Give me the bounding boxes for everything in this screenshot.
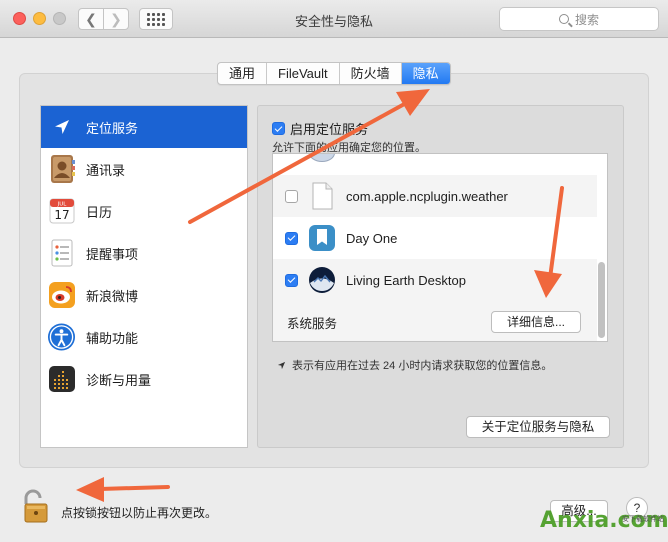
app-list[interactable]: com.apple.ncplugin.weather Day One Livin… xyxy=(272,153,608,342)
lock-hint-text: 点按锁按钮以防止再次更改。 xyxy=(61,506,218,520)
tab-general[interactable]: 通用 xyxy=(218,63,268,84)
tab-privacy[interactable]: 隐私 xyxy=(401,63,450,84)
location-legend: 表示有应用在过去 24 小时内请求获取您的位置信息。 xyxy=(277,357,552,373)
app-checkbox[interactable] xyxy=(285,231,298,245)
app-list-scrollbar[interactable] xyxy=(598,262,605,338)
list-item[interactable]: Day One xyxy=(273,217,597,259)
sidebar-item-contacts[interactable]: 通讯录 xyxy=(41,148,247,190)
list-item[interactable]: Living Earth Desktop xyxy=(273,259,597,301)
sidebar-item-label: 通讯录 xyxy=(86,162,126,178)
sidebar-item-label: 辅助功能 xyxy=(86,330,139,346)
app-name: Day One xyxy=(346,230,398,246)
watermark-subtitle: 安下载软件站 xyxy=(622,516,664,523)
partial-app-icon xyxy=(309,154,335,162)
app-checkbox[interactable] xyxy=(285,189,298,203)
search-field[interactable]: 搜索 xyxy=(499,7,659,31)
sidebar-item-label: 新浪微博 xyxy=(86,288,139,304)
sidebar-item-accessibility[interactable]: 辅助功能 xyxy=(41,316,247,358)
contacts-icon xyxy=(47,155,76,184)
weibo-icon xyxy=(47,281,76,310)
list-item[interactable]: com.apple.ncplugin.weather xyxy=(273,175,597,217)
sidebar-item-location-services[interactable]: 定位服务 xyxy=(41,106,247,148)
location-arrow-icon xyxy=(47,113,76,142)
calendar-icon: JUL 17 xyxy=(47,197,76,226)
sidebar-item-label: 定位服务 xyxy=(86,120,139,136)
diagnostics-icon xyxy=(47,365,76,394)
details-button[interactable]: 详细信息... xyxy=(491,311,581,333)
about-location-privacy-button[interactable]: 关于定位服务与隐私 xyxy=(466,416,610,438)
sidebar-item-label: 日历 xyxy=(86,204,113,220)
reminders-icon xyxy=(47,239,76,268)
sidebar-item-label: 诊断与用量 xyxy=(86,372,152,388)
tab-filevault[interactable]: FileVault xyxy=(267,63,340,84)
enable-location-row[interactable]: 启用定位服务 xyxy=(272,119,368,138)
tab-firewall[interactable]: 防火墙 xyxy=(340,63,402,84)
sidebar-item-diagnostics[interactable]: 诊断与用量 xyxy=(41,358,247,400)
enable-location-label: 启用定位服务 xyxy=(290,122,369,137)
app-checkbox[interactable] xyxy=(285,273,298,287)
system-services-row: 系统服务 详细信息... xyxy=(273,301,597,341)
accessibility-icon xyxy=(47,323,76,352)
calendar-day: 17 xyxy=(54,208,69,222)
lock-button[interactable] xyxy=(22,489,52,525)
calendar-month: JUL xyxy=(56,202,67,208)
app-name: Living Earth Desktop xyxy=(346,272,466,288)
annotation-arrow-to-lock xyxy=(98,485,170,491)
system-services-label: 系统服务 xyxy=(287,316,338,331)
unlocked-padlock-icon xyxy=(24,489,48,523)
sidebar-item-label: 提醒事项 xyxy=(86,246,139,262)
document-icon xyxy=(308,182,336,210)
sidebar-item-weibo[interactable]: 新浪微博 xyxy=(41,274,247,316)
app-name: com.apple.ncplugin.weather xyxy=(346,188,508,204)
tab-bar: 通用 FileVault 防火墙 隐私 xyxy=(217,62,451,85)
enable-location-checkbox[interactable] xyxy=(272,122,285,135)
location-arrow-icon xyxy=(277,361,286,369)
title-bar: ❮ ❯ 安全性与隐私 搜索 xyxy=(0,0,668,38)
day-one-icon xyxy=(308,224,336,252)
search-icon xyxy=(558,14,569,24)
legend-text: 表示有应用在过去 24 小时内请求获取您的位置信息。 xyxy=(292,360,553,372)
sidebar-item-calendar[interactable]: JUL 17 日历 xyxy=(41,190,247,232)
sidebar-item-reminders[interactable]: 提醒事项 xyxy=(41,232,247,274)
privacy-sidebar: 定位服务 通讯录 JUL 17 日历 提醒事项 新浪微博 辅助功能 诊断与用量 xyxy=(40,105,248,448)
living-earth-icon xyxy=(308,266,336,294)
search-placeholder: 搜索 xyxy=(574,12,599,27)
annotation-arrowhead xyxy=(76,477,104,502)
